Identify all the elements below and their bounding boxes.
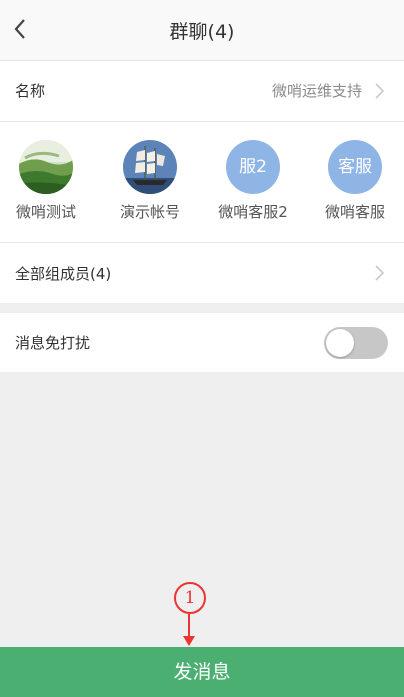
member-item[interactable]: 微哨测试 [1,140,91,222]
group-name-label: 名称 [15,82,46,100]
chevron-right-icon [375,265,385,281]
member-avatar-ship [123,140,177,194]
member-item[interactable]: 服2 微哨客服2 [208,140,298,222]
header-bar: 群聊(4) [0,0,404,61]
mute-row: 消息免打扰 [0,313,404,372]
send-message-button[interactable]: 发消息 [0,647,404,697]
all-members-label: 全部组成员(4) [15,265,112,283]
page-title: 群聊(4) [169,21,235,43]
member-name: 微哨客服2 [218,203,288,221]
mute-toggle[interactable] [324,327,388,359]
all-members-row[interactable]: 全部组成员(4) [0,243,404,303]
members-grid: 微哨测试 演示帐号 服2 微哨客服2 客服 微哨客服 [0,122,404,242]
member-avatar-text: 服2 [226,140,280,194]
group-name-row[interactable]: 名称 微哨运维支持 [0,61,404,121]
mute-label: 消息免打扰 [15,334,91,352]
chevron-right-icon [375,83,385,99]
member-name: 演示帐号 [119,203,180,221]
member-item[interactable]: 客服 微哨客服 [310,140,400,222]
member-avatar-landscape [19,140,73,194]
step-marker: 1 [174,582,206,614]
group-name-value: 微哨运维支持 [271,82,362,100]
member-name: 微哨测试 [15,203,76,221]
member-item[interactable]: 演示帐号 [105,140,195,222]
step-arrow-head-icon [183,636,195,646]
member-avatar-text: 客服 [328,140,382,194]
member-name: 微哨客服 [324,203,385,221]
toggle-knob [326,329,354,357]
